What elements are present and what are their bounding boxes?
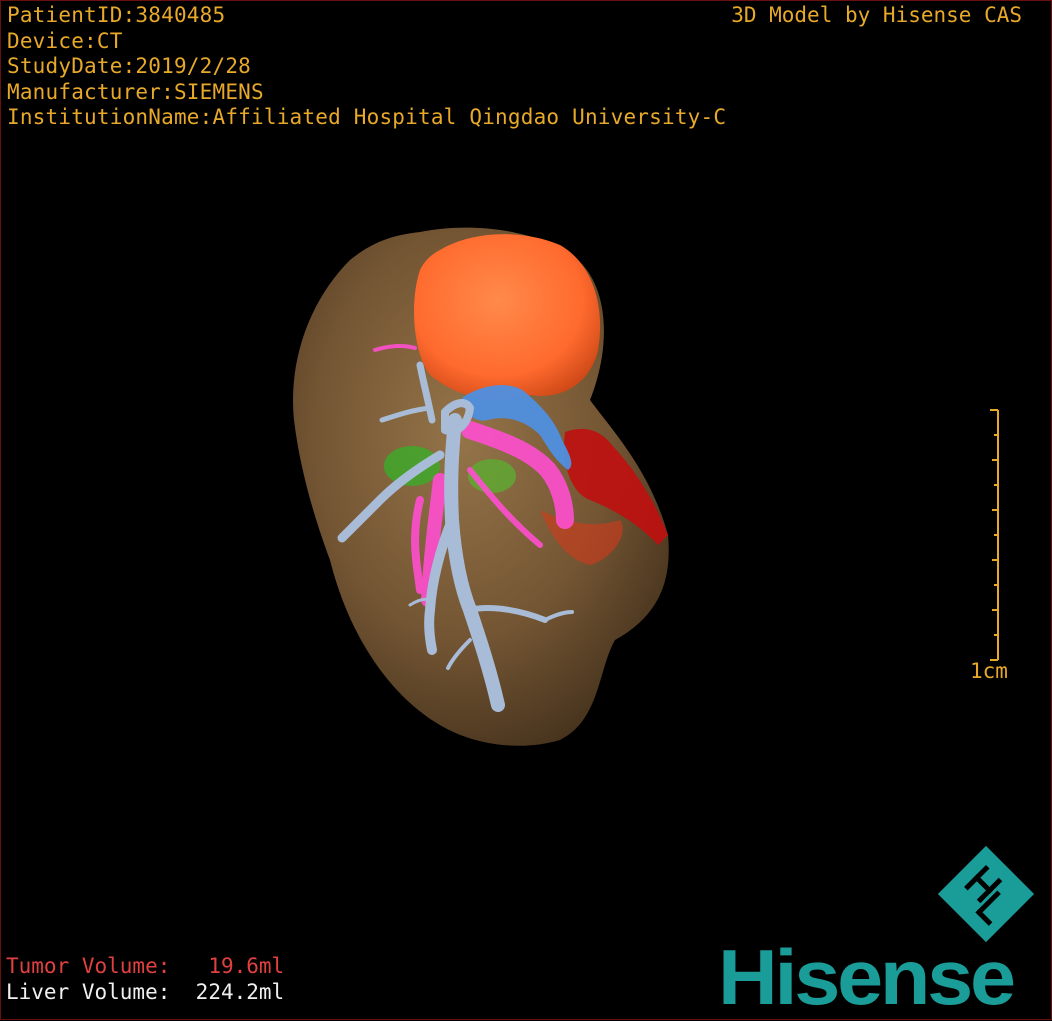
scale-bar <box>990 409 999 661</box>
institution-text: InstitutionName:Affiliated Hospital Qing… <box>7 105 727 129</box>
model-credit-text: 3D Model by Hisense CAS <box>731 3 1022 27</box>
tumor-volume-row: Tumor Volume: 19.6ml <box>6 953 284 979</box>
patient-id-text: PatientID:3840485 <box>7 3 226 27</box>
manufacturer-text: Manufacturer:SIEMENS <box>7 79 264 104</box>
liver-volume-label: Liver Volume: <box>6 980 171 1004</box>
hisense-wordmark: Hisense <box>718 933 1016 1021</box>
study-date-text: StudyDate:2019/2/28 <box>7 54 252 78</box>
3d-liver-viewport[interactable] <box>0 0 1052 1020</box>
tumor-model <box>414 234 601 400</box>
liver-volume-row: Liver Volume: 224.2ml <box>6 979 284 1005</box>
device-text: Device:CT <box>7 28 123 53</box>
scale-label: 1cm <box>970 659 1008 683</box>
study-info: PatientID:3840485 Device:CT StudyDate:20… <box>7 3 726 131</box>
liver-volume-value: 224.2ml <box>195 980 285 1004</box>
volume-stats: Tumor Volume: 19.6ml Liver Volume: 224.2… <box>6 953 284 1005</box>
tumor-volume-label: Tumor Volume: <box>6 954 171 978</box>
gallbladder-model <box>384 446 440 486</box>
tumor-volume-value: 19.6ml <box>208 954 285 978</box>
